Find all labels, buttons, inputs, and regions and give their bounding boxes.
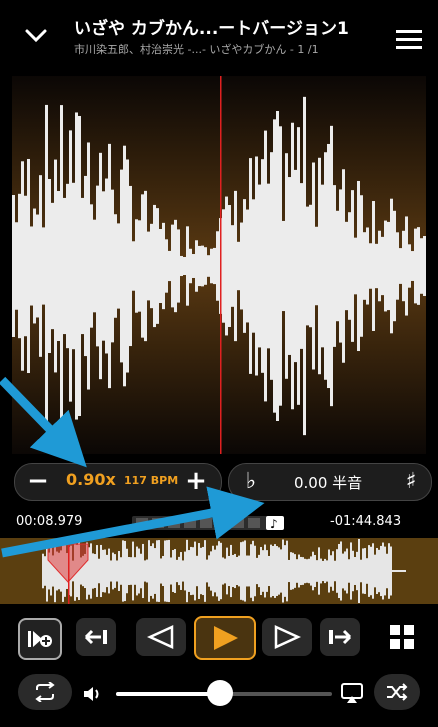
remaining-time: -01:44.843 [330,514,402,529]
effects-icons[interactable]: ♪ [132,514,292,532]
speed-pitch-controls: − 0.90x 117 BPM + ♭ 0.00 半音 ♯ [0,458,438,506]
track-title: いざや カブかん...ートバージョン1 [74,19,349,39]
transport-controls [0,612,438,662]
grid-view-button[interactable] [382,618,422,656]
add-marker-icon [28,631,52,647]
waveform-bars [12,96,426,436]
speed-increase-button[interactable]: + [178,463,214,499]
now-playing-header: いざや カブかん...ートバージョン1 市川染五郎、村治崇光 -...- いざや… [0,0,438,76]
bottom-controls [0,670,438,720]
overview-playhead [68,538,70,604]
repeat-icon [35,682,55,702]
pitch-semitones[interactable]: 0.00 半音 [294,472,362,493]
jump-to-end-button[interactable] [320,618,360,656]
play-icon [214,626,238,650]
playhead-line [220,76,222,454]
repeat-button[interactable] [18,674,72,710]
sharp-button[interactable]: ♯ [396,463,426,499]
step-forward-button[interactable] [262,618,312,656]
add-marker-button[interactable] [18,618,62,660]
airplay-icon[interactable] [340,682,364,704]
volume-icon [84,687,99,701]
time-info-row: 00:08.979 ♪ -01:44.843 [0,512,438,534]
volume-fill [116,692,220,696]
hamburger-menu-icon[interactable] [396,29,422,49]
flat-button[interactable]: ♭ [236,463,266,499]
jump-forward-icon [329,629,352,645]
shuffle-button[interactable] [374,674,420,710]
step-forward-icon [274,625,302,649]
volume-slider[interactable] [116,680,332,706]
play-button[interactable] [194,616,256,660]
speed-rate[interactable]: 0.90x [66,470,116,489]
overview-bars [42,539,392,603]
shuffle-icon [387,683,408,701]
speed-decrease-button[interactable]: − [20,463,56,499]
elapsed-time: 00:08.979 [16,514,83,529]
overview-waveform[interactable] [0,538,438,604]
bpm-value: 117 BPM [124,474,179,487]
step-back-button[interactable] [136,618,186,656]
volume-knob[interactable] [206,680,233,706]
waveform-display[interactable] [12,76,426,454]
grid-icon [390,625,414,649]
chevron-down-icon[interactable] [24,28,48,44]
jump-back-icon [84,629,107,645]
svg-text:♪: ♪ [270,517,278,531]
track-subtitle: 市川染五郎、村治崇光 -...- いざやカブかん - 1 /1 [74,43,319,56]
step-back-icon [146,625,174,649]
jump-to-start-button[interactable] [76,618,116,656]
